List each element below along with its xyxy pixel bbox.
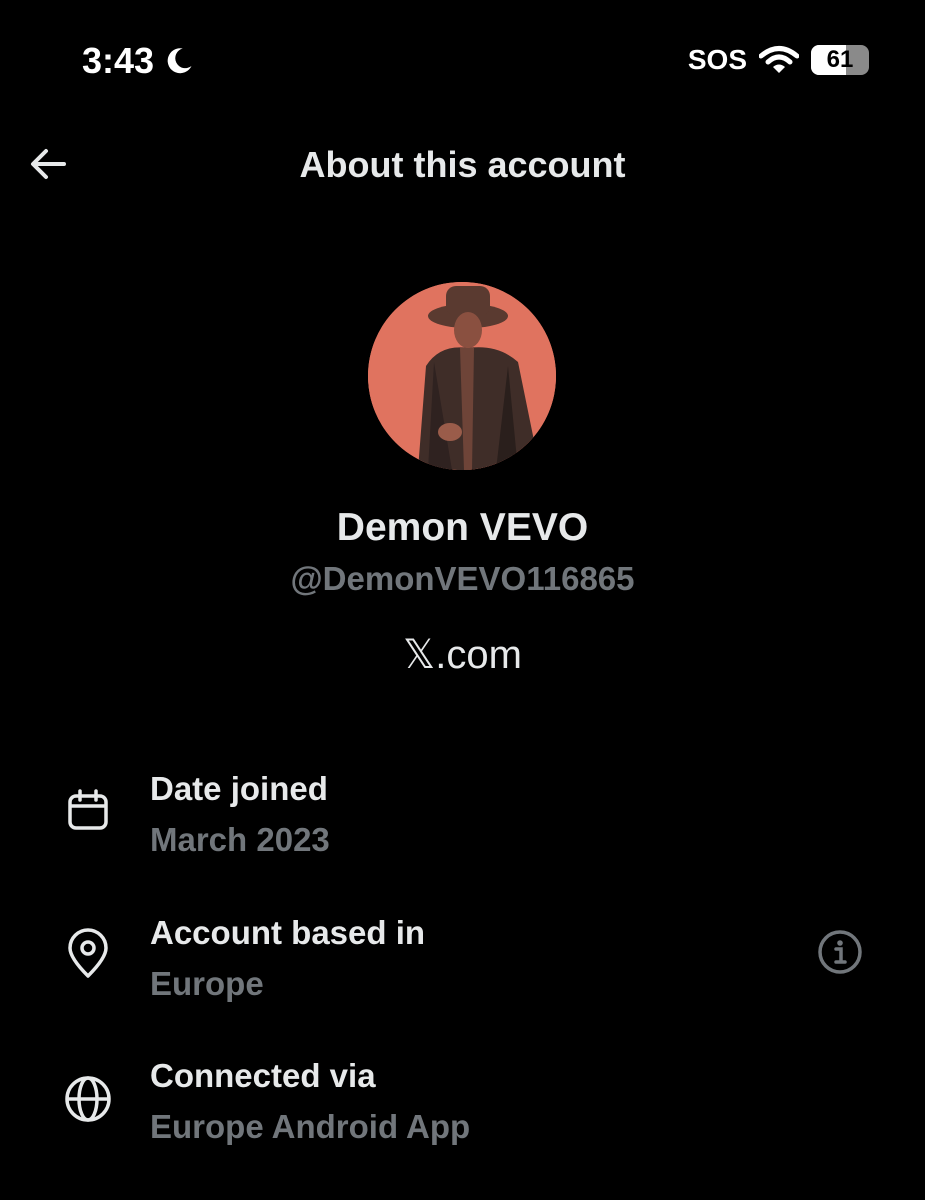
handle: @DemonVEVO116865 — [290, 560, 635, 597]
battery-icon: 61 — [811, 45, 869, 75]
calendar-icon — [60, 782, 116, 838]
avatar-image — [368, 282, 556, 470]
info-icon — [818, 930, 862, 974]
account-based-in-value: Europe — [150, 965, 264, 1002]
globe-icon — [60, 1071, 116, 1127]
location-pin-icon — [60, 926, 116, 982]
connected-via-value: Europe Android App — [150, 1108, 471, 1145]
row-text: Connected via Europe Android App — [150, 1053, 470, 1155]
account-based-in-label: Account based in — [150, 914, 426, 951]
row-account-based-in: Account based in Europe — [60, 910, 865, 1020]
moon-icon — [167, 48, 192, 74]
info-button[interactable] — [815, 927, 865, 977]
date-joined-value: March 2023 — [150, 821, 330, 858]
sos-indicator: SOS — [687, 44, 747, 75]
row-text: Date joined March 2023 — [150, 766, 330, 868]
status-indicators: SOS 61 — [687, 44, 869, 76]
row-text: Account based in Europe — [150, 910, 425, 1012]
connected-via-label: Connected via — [150, 1057, 376, 1094]
wifi-icon — [759, 46, 799, 73]
status-time-text: 3:43 — [82, 40, 155, 81]
battery-level: 61 — [826, 46, 854, 73]
avatar[interactable] — [368, 282, 556, 470]
row-date-joined: Date joined March 2023 — [60, 766, 865, 876]
row-connected-via: Connected via Europe Android App — [60, 1053, 865, 1163]
date-joined-label: Date joined — [150, 770, 328, 807]
status-time: 3:43 — [82, 40, 194, 82]
site-label: 𝕏.com — [403, 633, 522, 677]
display-name: Demon VEVO — [336, 506, 589, 549]
page-title: About this account — [299, 144, 626, 185]
